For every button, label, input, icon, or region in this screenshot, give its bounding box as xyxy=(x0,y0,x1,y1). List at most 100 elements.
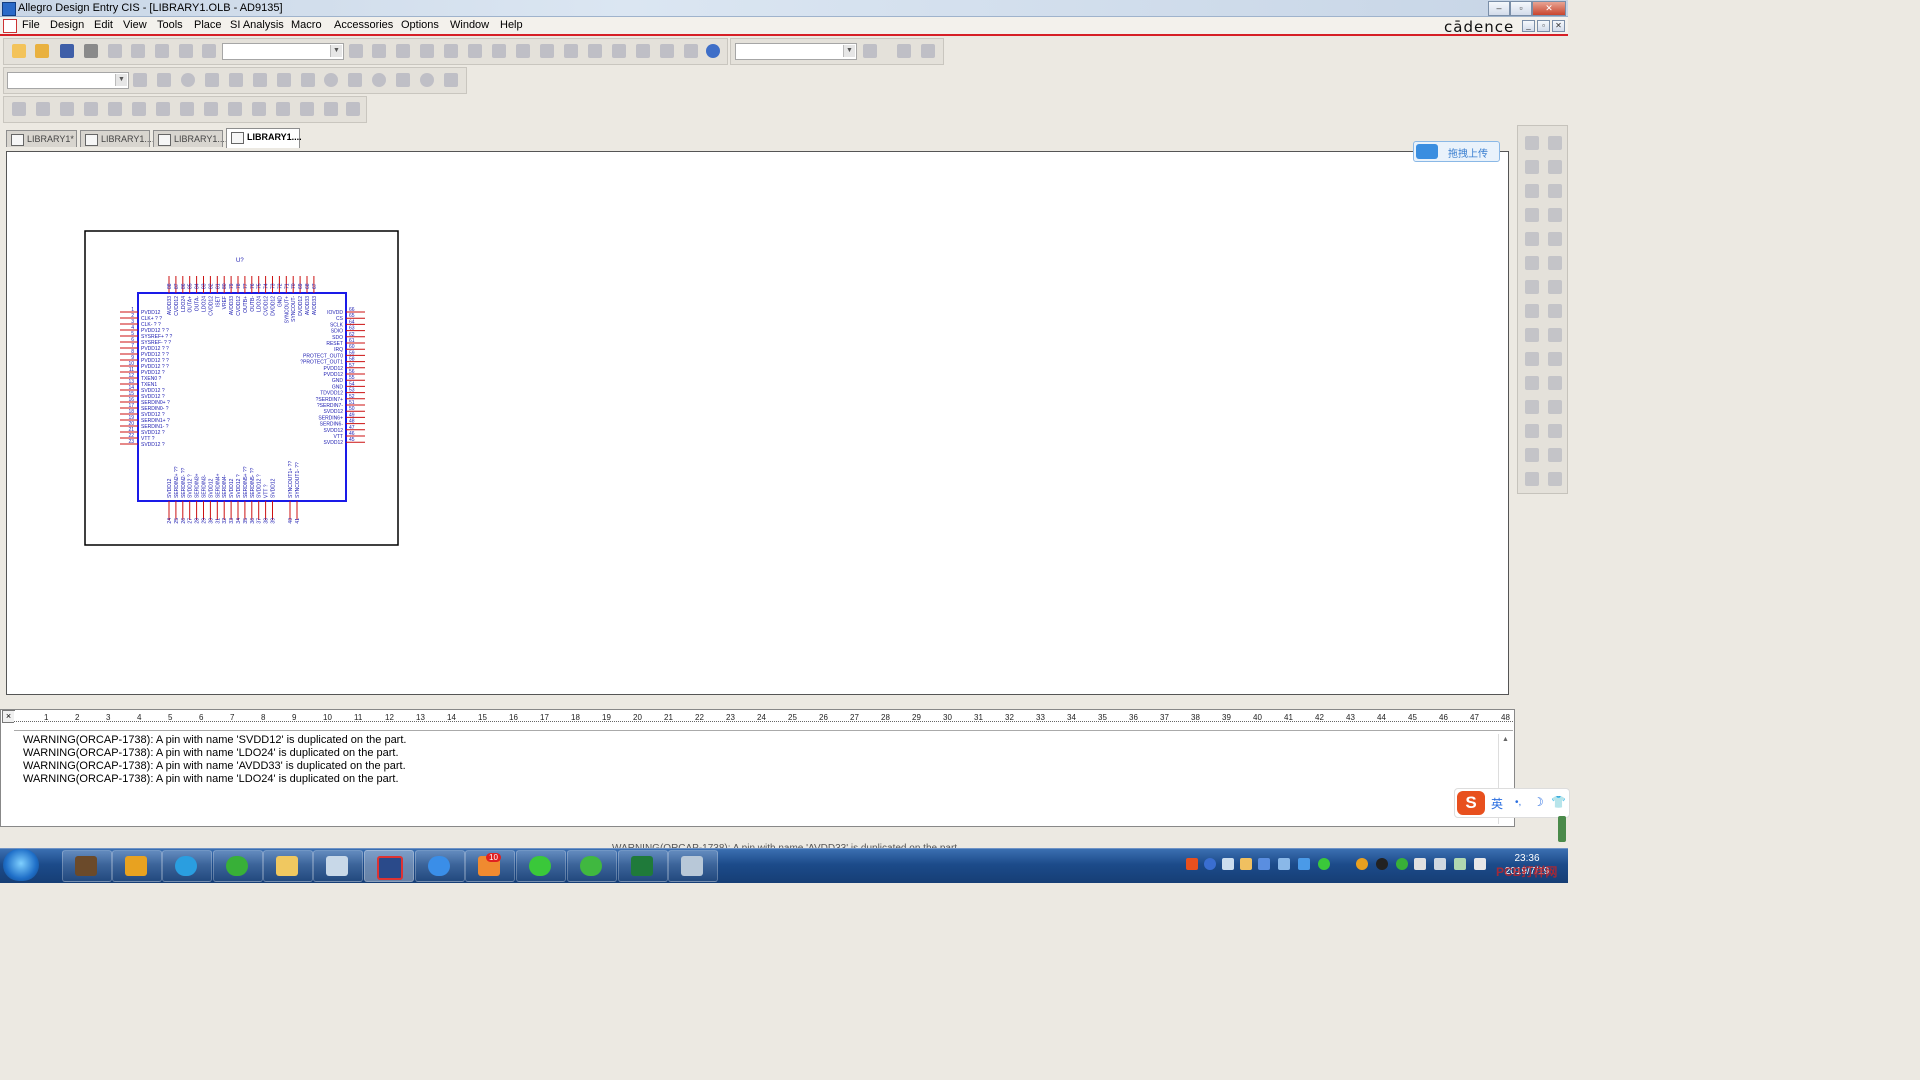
ime-toolbar[interactable]: S 英 •, ☽ 👕 xyxy=(1454,788,1570,818)
network-drive-tray-icon[interactable] xyxy=(1258,858,1270,870)
image-tool-icon[interactable] xyxy=(1525,256,1539,270)
chevron-down-icon[interactable]: ▼ xyxy=(115,74,127,86)
taskbar-apps[interactable]: 10 xyxy=(465,850,515,882)
ipin-tool-icon[interactable] xyxy=(1548,136,1562,150)
menu-view[interactable]: View xyxy=(123,19,147,31)
taskbar-capture-cis[interactable] xyxy=(364,850,414,882)
document-tab[interactable]: LIBRARY1* xyxy=(6,130,77,147)
taskbar-excel[interactable] xyxy=(618,850,668,882)
title-block-tool-icon[interactable] xyxy=(1548,400,1562,414)
taskbar-books[interactable] xyxy=(62,850,112,882)
table-icon[interactable] xyxy=(346,102,360,116)
line-tool-icon[interactable] xyxy=(1525,184,1539,198)
menu-file[interactable]: File xyxy=(22,19,40,31)
cross-reference-icon[interactable] xyxy=(540,44,554,58)
shield-tray-icon[interactable] xyxy=(1298,858,1310,870)
close-button[interactable]: ✕ xyxy=(1532,1,1566,16)
scroll-up-icon[interactable]: ▲ xyxy=(1502,736,1509,743)
part-search-combo[interactable]: ▼ xyxy=(222,43,344,60)
ground-tool-icon[interactable] xyxy=(1525,328,1539,342)
bus-tool-icon[interactable] xyxy=(1548,280,1562,294)
zoom-area-icon[interactable] xyxy=(396,44,410,58)
taskbar-notepad[interactable] xyxy=(668,850,718,882)
next-icon[interactable] xyxy=(921,44,935,58)
zoom-out-icon[interactable] xyxy=(372,44,386,58)
voltage-marker-icon[interactable] xyxy=(277,73,291,87)
constraint-icon[interactable] xyxy=(36,102,50,116)
bias-toggle-icon[interactable] xyxy=(396,73,410,87)
layout-icon[interactable] xyxy=(60,102,74,116)
pin-array-icon[interactable] xyxy=(588,44,602,58)
menu-accessories[interactable]: Accessories xyxy=(334,19,393,31)
marker-diff-icon[interactable] xyxy=(253,73,267,87)
zoom-all-icon[interactable] xyxy=(420,44,434,58)
qq-tray-icon[interactable] xyxy=(1376,858,1388,870)
schematic-icon[interactable] xyxy=(133,73,147,87)
help-icon[interactable] xyxy=(706,44,720,58)
library-icon[interactable] xyxy=(12,102,26,116)
redo-icon[interactable] xyxy=(202,44,216,58)
paste-icon[interactable] xyxy=(155,44,169,58)
menu-window[interactable]: Window xyxy=(450,19,489,31)
taskbar-360-browser[interactable] xyxy=(567,850,617,882)
edit-part-icon[interactable] xyxy=(157,73,171,87)
text-tool-icon[interactable] xyxy=(1548,160,1562,174)
no-connect-tool-icon[interactable] xyxy=(1525,400,1539,414)
taskbar-explorer[interactable] xyxy=(263,850,313,882)
menu-edit[interactable]: Edit xyxy=(94,19,113,31)
bias-i-icon[interactable] xyxy=(372,73,386,87)
power-tool-icon[interactable] xyxy=(1548,328,1562,342)
signal-tray-icon[interactable] xyxy=(1434,858,1446,870)
visibility-icon[interactable] xyxy=(444,44,458,58)
undo-icon[interactable] xyxy=(179,44,193,58)
app-icon[interactable] xyxy=(2,2,16,16)
binoculars-icon[interactable] xyxy=(863,44,877,58)
drc-icon[interactable] xyxy=(492,44,506,58)
display-tray-icon[interactable] xyxy=(1278,858,1290,870)
menu-si-analysis[interactable]: SI Analysis xyxy=(230,19,284,31)
document-tab[interactable]: LIBRARY1.... xyxy=(153,130,227,147)
sogou-tray-icon[interactable] xyxy=(1186,858,1198,870)
volume-tray-icon[interactable] xyxy=(1414,858,1426,870)
hierarchy-tool-icon[interactable] xyxy=(1548,352,1562,366)
circle-tool-icon[interactable] xyxy=(1525,472,1539,486)
print-icon[interactable] xyxy=(84,44,98,58)
part-icon[interactable] xyxy=(636,44,650,58)
save-icon[interactable] xyxy=(60,44,74,58)
mdi-restore-button[interactable]: ▫ xyxy=(1537,20,1550,32)
chevron-down-icon[interactable]: ▼ xyxy=(330,45,342,57)
shirt-icon[interactable]: 👕 xyxy=(1551,795,1566,809)
ime-grip[interactable] xyxy=(1558,816,1566,842)
battery-tray-icon[interactable] xyxy=(1454,858,1466,870)
hierarchy-icon[interactable] xyxy=(684,44,698,58)
edit-properties-icon[interactable] xyxy=(300,102,314,116)
menu-options[interactable]: Options xyxy=(401,19,439,31)
taskbar-360[interactable] xyxy=(213,850,263,882)
ime-mode[interactable]: 英 xyxy=(1491,795,1503,812)
chevron-down-icon[interactable]: ▼ xyxy=(843,45,855,57)
bus-entry-tool-icon[interactable] xyxy=(1525,424,1539,438)
find-combo[interactable]: ▼ xyxy=(735,43,857,60)
snap-icon[interactable] xyxy=(660,44,674,58)
copy-icon[interactable] xyxy=(131,44,145,58)
export-icon[interactable] xyxy=(180,102,194,116)
keyboard-tray-icon[interactable] xyxy=(1222,858,1234,870)
annotate-icon[interactable] xyxy=(468,44,482,58)
open-icon[interactable] xyxy=(35,44,49,58)
netlist-icon[interactable] xyxy=(516,44,530,58)
ellipse-tool-icon[interactable] xyxy=(1548,208,1562,222)
chrome-tray-icon[interactable] xyxy=(1356,858,1368,870)
part-tool-icon[interactable] xyxy=(1548,424,1562,438)
graphic-tool-icon[interactable] xyxy=(1548,448,1562,462)
bezier-tool-icon[interactable] xyxy=(1548,232,1562,246)
menu-place[interactable]: Place xyxy=(194,19,222,31)
junction-tool-icon[interactable] xyxy=(1525,304,1539,318)
taskbar-notes[interactable] xyxy=(313,850,363,882)
select-tool-icon[interactable] xyxy=(1525,136,1539,150)
back-annotate-icon[interactable] xyxy=(132,102,146,116)
cut-icon[interactable] xyxy=(108,44,122,58)
help-tray-icon[interactable] xyxy=(1204,858,1216,870)
variant-icon[interactable] xyxy=(228,102,242,116)
menu-design[interactable]: Design xyxy=(50,19,84,31)
moon-icon[interactable]: ☽ xyxy=(1533,795,1544,809)
